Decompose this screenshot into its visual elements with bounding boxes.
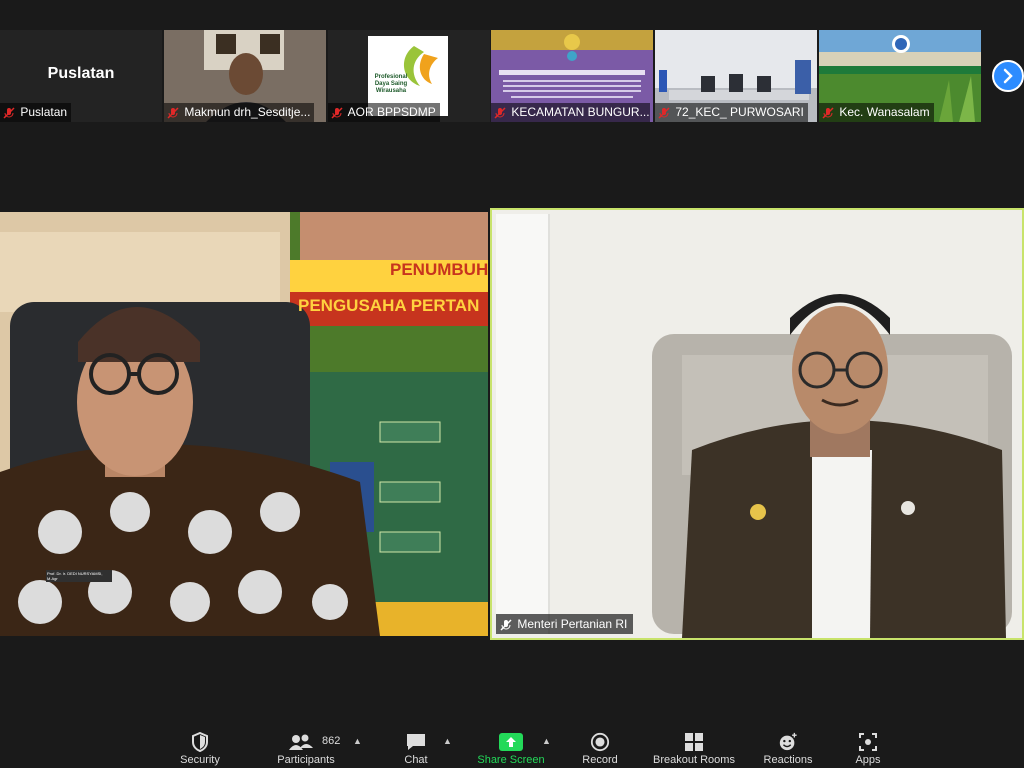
chat-label: Chat	[404, 754, 428, 766]
participants-options-caret[interactable]: ▲	[353, 736, 362, 746]
share-screen-button[interactable]: Share Screen	[472, 720, 550, 768]
shield-icon	[192, 732, 208, 752]
share-options-caret[interactable]: ▲	[542, 736, 551, 746]
mic-muted-icon	[494, 107, 508, 119]
apps-button[interactable]: Apps	[848, 720, 888, 768]
mic-muted-icon	[658, 107, 672, 119]
participants-count: 862	[322, 735, 341, 747]
chevron-right-icon	[1003, 68, 1013, 84]
participant-display-name: Puslatan	[47, 65, 115, 82]
chat-options-caret[interactable]: ▲	[443, 736, 452, 746]
participant-name: 72_KEC_ PURWOSARI	[675, 105, 804, 119]
chat-icon	[407, 734, 425, 750]
chat-button[interactable]: Chat	[396, 720, 436, 768]
banner-text: PENUMBUH	[390, 260, 488, 279]
meeting-toolbar: Security Participants 862 ▲ Chat ▲ Share…	[0, 720, 1024, 768]
participant-name: AOR BPPSDMP	[347, 105, 436, 119]
name-badge: Prof. Dr. Ir. DEDI NURSYAMSI, M.Agr	[46, 570, 112, 582]
security-button[interactable]: Security	[170, 720, 230, 768]
participant-video	[492, 210, 1022, 638]
participant-thumbnail[interactable]: KECAMATAN BUNGUR...	[491, 30, 653, 122]
participant-label: Kec. Wanasalam	[819, 103, 934, 122]
mic-muted-icon	[167, 107, 181, 119]
participant-label: KECAMATAN BUNGUR...	[491, 103, 650, 122]
next-page-button[interactable]	[992, 60, 1024, 92]
participant-thumbnail[interactable]: Kec. Wanasalam	[819, 30, 981, 122]
participant-thumbnail[interactable]: 72_KEC_ PURWOSARI	[655, 30, 817, 122]
mic-muted-icon	[822, 107, 836, 119]
mic-muted-icon	[3, 107, 17, 119]
apps-label: Apps	[855, 754, 881, 766]
participant-label: 72_KEC_ PURWOSARI	[655, 103, 808, 122]
share-screen-icon	[499, 733, 523, 751]
participant-name: Makmun drh_Sesditje...	[184, 105, 311, 119]
reactions-icon	[779, 732, 797, 751]
security-label: Security	[180, 754, 220, 766]
logo-text: Profesional Daya Saing Wirausaha	[374, 74, 408, 94]
reactions-label: Reactions	[763, 754, 813, 766]
participant-name: Puslatan	[20, 105, 68, 119]
breakout-rooms-icon	[685, 733, 703, 751]
breakout-rooms-button[interactable]: Breakout Rooms	[646, 720, 742, 768]
participants-label: Participants	[277, 754, 335, 766]
gallery-strip: Puslatan Puslatan Makmun drh_Sesditje...	[0, 30, 1024, 122]
record-label: Record	[582, 754, 618, 766]
share-screen-label: Share Screen	[477, 754, 545, 766]
participant-label: Makmun drh_Sesditje...	[164, 103, 315, 122]
participant-thumbnail[interactable]: Profesional Daya Saing Wirausaha AOR BPP…	[328, 30, 490, 122]
mic-muted-icon	[500, 619, 514, 631]
participant-thumbnail[interactable]: Puslatan Puslatan	[0, 30, 162, 122]
speaker-name-tag: Menteri Pertanian RI	[496, 614, 634, 634]
participants-icon	[289, 734, 313, 750]
participant-name: KECAMATAN BUNGUR...	[511, 105, 650, 119]
banner-text: PENGUSAHA PERTAN	[298, 296, 480, 315]
reactions-button[interactable]: Reactions	[758, 720, 818, 768]
apps-icon	[859, 733, 877, 751]
participant-name: Kec. Wanasalam	[839, 105, 930, 119]
participant-label: Puslatan	[0, 103, 72, 122]
active-speaker-video-tile[interactable]: Menteri Pertanian RI	[490, 208, 1024, 640]
record-button[interactable]: Record	[576, 720, 624, 768]
participant-video-tile[interactable]: PENUMBUH PENGUSAHA PERTAN Prof. Dr. Ir. …	[0, 212, 488, 636]
participant-thumbnail[interactable]: Makmun drh_Sesditje...	[164, 30, 326, 122]
participant-label: AOR BPPSDMP	[328, 103, 440, 122]
record-icon	[590, 732, 610, 752]
speaker-name: Menteri Pertanian RI	[517, 617, 628, 631]
breakout-rooms-label: Breakout Rooms	[653, 754, 735, 766]
mic-muted-icon	[331, 107, 345, 119]
